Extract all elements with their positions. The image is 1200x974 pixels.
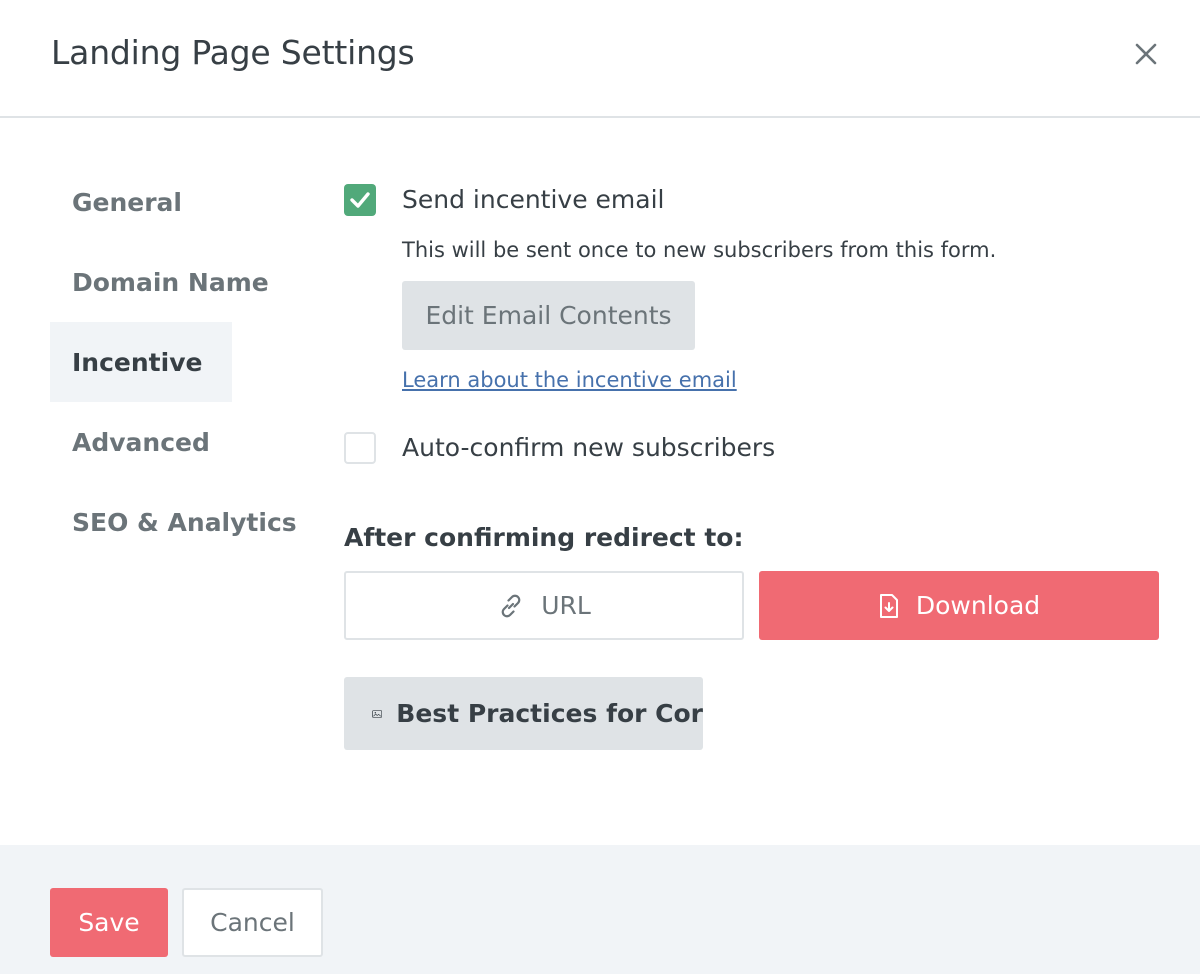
sidebar-item-label: Incentive: [72, 347, 203, 377]
image-icon: [372, 709, 383, 718]
redirect-download-option[interactable]: Download: [759, 571, 1159, 640]
redirect-download-label: Download: [915, 591, 1041, 620]
sidebar-item-seo-analytics[interactable]: SEO & Analytics: [50, 482, 297, 562]
modal-footer: Save Cancel: [0, 845, 1200, 974]
link-icon: [501, 594, 521, 617]
sidebar-item-label: SEO & Analytics: [72, 507, 297, 537]
best-practices-button[interactable]: Best Practices for Cor: [344, 677, 703, 750]
redirect-url-option[interactable]: URL: [344, 571, 744, 640]
close-icon: [1135, 43, 1157, 65]
sidebar-item-domain-name[interactable]: Domain Name: [50, 242, 269, 322]
learn-incentive-link[interactable]: Learn about the incentive email: [402, 368, 737, 392]
sidebar-item-label: Domain Name: [72, 267, 269, 297]
redirect-url-label: URL: [541, 591, 591, 620]
close-button[interactable]: [1128, 36, 1164, 72]
sidebar-item-general[interactable]: General: [50, 162, 232, 242]
edit-email-contents-label: Edit Email Contents: [425, 301, 672, 330]
sidebar-item-label: General: [72, 187, 182, 217]
modal-title: Landing Page Settings: [51, 33, 415, 72]
auto-confirm-checkbox[interactable]: [344, 432, 376, 464]
sidebar-item-label: Advanced: [72, 427, 210, 457]
save-button[interactable]: Save: [50, 888, 168, 957]
send-incentive-checkbox[interactable]: [344, 184, 376, 216]
sidebar-item-incentive[interactable]: Incentive: [50, 322, 232, 402]
best-practices-label: Best Practices for Cor: [396, 699, 703, 728]
send-incentive-help: This will be sent once to new subscriber…: [402, 238, 997, 262]
redirect-label: After confirming redirect to:: [344, 523, 744, 552]
modal-header: Landing Page Settings: [0, 0, 1200, 118]
file-download-icon: [879, 593, 898, 618]
cancel-button[interactable]: Cancel: [182, 888, 323, 957]
send-incentive-label: Send incentive email: [402, 185, 665, 214]
checkmark-icon: [350, 192, 370, 208]
settings-sidebar: General Domain Name Incentive Advanced S…: [50, 162, 310, 562]
edit-email-contents-button[interactable]: Edit Email Contents: [402, 281, 695, 350]
auto-confirm-label: Auto-confirm new subscribers: [402, 433, 776, 462]
sidebar-item-advanced[interactable]: Advanced: [50, 402, 232, 482]
